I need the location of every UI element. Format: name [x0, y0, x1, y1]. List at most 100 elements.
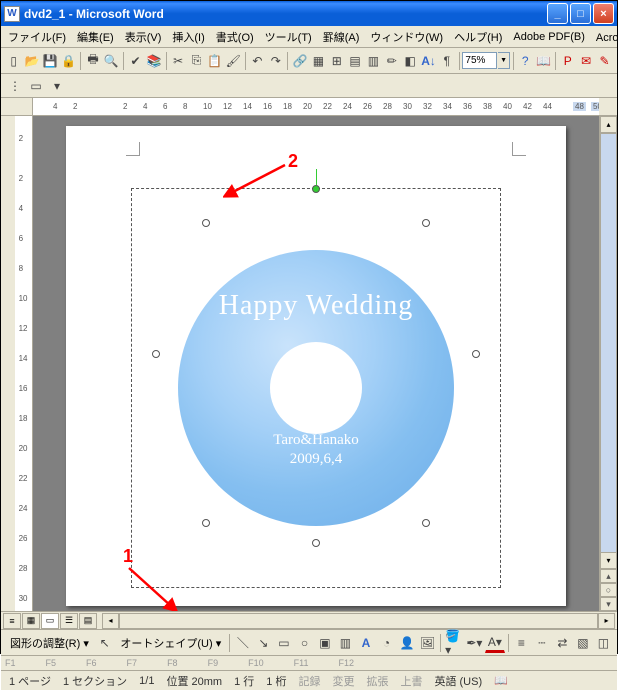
line-icon[interactable]: ＼	[233, 633, 253, 653]
save-icon[interactable]: 💾	[42, 51, 59, 71]
open-icon[interactable]: 📂	[23, 51, 40, 71]
disc-shape[interactable]: Happy Wedding Taro&Hanako 2009,6,4	[178, 250, 454, 526]
menu-view[interactable]: 表示(V)	[120, 27, 167, 47]
menu-window[interactable]: ウィンドウ(W)	[365, 27, 448, 47]
zoom-field[interactable]: 75%	[462, 52, 497, 69]
view-web-icon[interactable]: ▦	[22, 613, 40, 629]
view-normal-icon[interactable]: ≡	[3, 613, 21, 629]
textbox-icon[interactable]: ▣	[315, 633, 335, 653]
paste-icon[interactable]: 📋	[206, 51, 223, 71]
arrow-icon[interactable]: ↘	[254, 633, 274, 653]
vertical-scrollbar[interactable]: ▴ ▾ ▴ ○ ▾	[599, 116, 617, 611]
new-doc-icon[interactable]: ▯	[5, 51, 22, 71]
minimize-button[interactable]: _	[547, 3, 568, 24]
close-button[interactable]: ×	[593, 3, 614, 24]
resize-handle[interactable]	[422, 219, 430, 227]
menu-edit[interactable]: 編集(E)	[72, 27, 119, 47]
menu-tools[interactable]: ツール(T)	[260, 27, 317, 47]
drawing-icon[interactable]: ✏	[383, 51, 400, 71]
browse-next-icon[interactable]: ▾	[600, 597, 617, 611]
maximize-button[interactable]: □	[570, 3, 591, 24]
menu-help[interactable]: ヘルプ(H)	[449, 27, 507, 47]
status-book-icon[interactable]: 📖	[494, 674, 508, 687]
show-marks-icon[interactable]: A↓	[420, 51, 437, 71]
ruler-v-scale[interactable]: 2 2 4 6 8 10 12 14 16 18 20 22 24 26 28 …	[15, 116, 32, 611]
read-icon[interactable]: 📖	[535, 51, 552, 71]
autoshape-menu[interactable]: オートシェイプ(U) ▾	[115, 632, 226, 654]
format-painter-icon[interactable]: 🖌	[225, 51, 242, 71]
scroll-track[interactable]	[600, 133, 617, 552]
pdf-review-icon[interactable]: ✎	[596, 51, 613, 71]
undo-icon[interactable]: ↶	[249, 51, 266, 71]
scroll-down-icon[interactable]: ▾	[600, 552, 617, 569]
ruler-h-scale[interactable]: 4 2 2 4 6 8 10 12 14 16 18 20 22 24 26 2…	[33, 98, 599, 115]
oval-icon[interactable]: ○	[295, 633, 315, 653]
3d-icon[interactable]: ◫	[594, 633, 614, 653]
menu-adobe-pdf[interactable]: Adobe PDF(B)	[508, 29, 590, 45]
cut-icon[interactable]: ✂	[169, 51, 186, 71]
view-print-icon[interactable]: ▭	[41, 613, 59, 629]
menu-insert[interactable]: 挿入(I)	[167, 27, 209, 47]
research-icon[interactable]: 📚	[145, 51, 162, 71]
line-style-icon[interactable]: ≡	[512, 633, 532, 653]
font-color-icon[interactable]: A▾	[485, 633, 505, 653]
vtextbox-icon[interactable]: ▥	[336, 633, 356, 653]
print-icon[interactable]: 🖶	[84, 51, 101, 71]
scroll-left-icon[interactable]: ◂	[102, 613, 119, 629]
menu-file[interactable]: ファイル(F)	[3, 27, 71, 47]
paragraph-icon[interactable]: ¶	[438, 51, 455, 71]
menu-table[interactable]: 罫線(A)	[318, 27, 365, 47]
resize-handle[interactable]	[152, 350, 160, 358]
pdf-mail-icon[interactable]: ✉	[577, 51, 594, 71]
arrow-style-icon[interactable]: ⇄	[553, 633, 573, 653]
doc-map-icon[interactable]: ◧	[401, 51, 418, 71]
scroll-right-icon[interactable]: ▸	[598, 613, 615, 629]
misc-icon-1[interactable]: ▭	[26, 76, 46, 96]
insert-table-icon[interactable]: ⊞	[328, 51, 345, 71]
menu-format[interactable]: 書式(O)	[211, 27, 259, 47]
hyperlink-icon[interactable]: 🔗	[291, 51, 308, 71]
resize-handle[interactable]	[472, 350, 480, 358]
columns-icon[interactable]: ▥	[365, 51, 382, 71]
diagram-icon[interactable]: ◔	[377, 633, 397, 653]
picture-icon[interactable]: 🖼	[418, 633, 438, 653]
browse-object-icon[interactable]: ○	[600, 583, 617, 597]
rectangle-icon[interactable]: ▭	[274, 633, 294, 653]
fill-color-icon[interactable]: 🪣▾	[444, 633, 464, 653]
h-scroll-track[interactable]	[119, 613, 598, 629]
preview-icon[interactable]: 🔍	[103, 51, 120, 71]
excel-icon[interactable]: ▤	[346, 51, 363, 71]
menu-acrobat-comment[interactable]: Acrobat コメント(C)	[591, 27, 618, 47]
rotate-handle[interactable]	[312, 185, 320, 193]
clipart-icon[interactable]: 👤	[397, 633, 417, 653]
horizontal-scrollbar[interactable]: ◂ ▸	[102, 613, 615, 629]
misc-icon-2[interactable]: ▾	[47, 76, 67, 96]
browse-prev-icon[interactable]: ▴	[600, 569, 617, 583]
line-color-icon[interactable]: ✒▾	[465, 633, 485, 653]
resize-handle[interactable]	[202, 519, 210, 527]
draw-adjust-menu[interactable]: 図形の調整(R) ▾	[5, 632, 94, 654]
resize-handle[interactable]	[422, 519, 430, 527]
permission-icon[interactable]: 🔒	[60, 51, 77, 71]
shadow-icon[interactable]: ▧	[573, 633, 593, 653]
scroll-up-icon[interactable]: ▴	[600, 116, 617, 133]
document-area[interactable]: Happy Wedding Taro&Hanako 2009,6,4 2 1	[33, 116, 599, 611]
resize-handle[interactable]	[312, 539, 320, 547]
tables-borders-icon[interactable]: ▦	[310, 51, 327, 71]
select-objects-icon[interactable]: ↖	[95, 633, 115, 653]
spell-icon[interactable]: ✔	[127, 51, 144, 71]
redo-icon[interactable]: ↷	[267, 51, 284, 71]
resize-handle[interactable]	[202, 219, 210, 227]
view-outline-icon[interactable]: ☰	[60, 613, 78, 629]
view-reading-icon[interactable]: ▤	[79, 613, 97, 629]
wordart-icon[interactable]: A	[356, 633, 376, 653]
pdf-icon[interactable]: P	[559, 51, 576, 71]
rotate-handle-icon[interactable]	[316, 169, 317, 185]
dash-style-icon[interactable]: ┄	[532, 633, 552, 653]
grip-icon[interactable]: ⋮	[5, 76, 25, 96]
help-icon[interactable]: ?	[517, 51, 534, 71]
zoom-dropdown-icon[interactable]: ▼	[498, 52, 509, 69]
copy-icon[interactable]: ⎘	[188, 51, 205, 71]
scroll-thumb[interactable]	[600, 133, 617, 553]
fkey: F8	[167, 658, 178, 668]
